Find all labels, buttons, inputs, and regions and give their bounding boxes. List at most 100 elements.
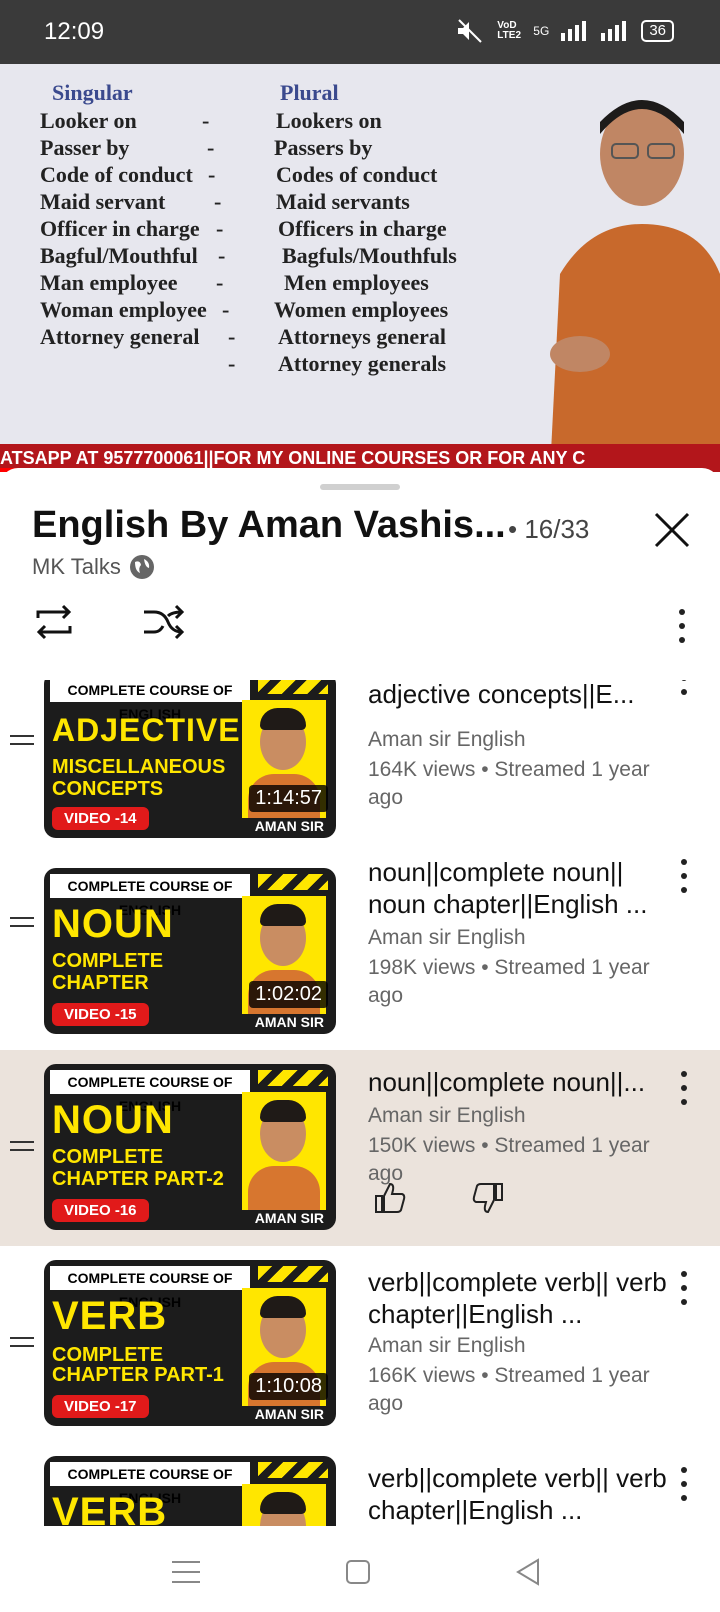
thumb-course-label: COMPLETE COURSE OF ENGLISH bbox=[50, 874, 250, 918]
thumb-stripes bbox=[258, 1266, 328, 1282]
status-bar: 12:09 VoD LTE2 5G 36 bbox=[0, 0, 720, 64]
status-time: 12:09 bbox=[44, 18, 105, 45]
playlist-channel[interactable]: MK Talks bbox=[32, 554, 155, 580]
square-icon[interactable] bbox=[338, 1552, 378, 1592]
more-vert-icon[interactable] bbox=[672, 1068, 696, 1108]
thumb-down-icon[interactable] bbox=[470, 1180, 506, 1216]
thumb-course-label: COMPLETE COURSE OF ENGLISH bbox=[50, 1070, 250, 1114]
thumb-topic: ADJECTIVE bbox=[52, 712, 241, 748]
thumb-course-label: COMPLETE COURSE OF ENGLISH bbox=[50, 680, 250, 722]
video-title[interactable]: noun||complete noun|| noun chapter||Engl… bbox=[368, 856, 668, 920]
singular-text: Attorney general bbox=[40, 324, 200, 349]
video-thumbnail[interactable]: COMPLETE COURSE OF ENGLISH VERB COMPLETE… bbox=[44, 1260, 336, 1426]
singular-text: Maid servant bbox=[40, 189, 166, 214]
dash-text: - bbox=[218, 243, 226, 268]
globe-icon bbox=[129, 555, 154, 579]
plural-text: Codes of conduct bbox=[276, 162, 438, 187]
battery-icon: 36 bbox=[641, 20, 674, 42]
more-vert-icon[interactable] bbox=[672, 1268, 696, 1308]
status-icons: VoD LTE2 5G 36 bbox=[455, 18, 674, 44]
shuffle-icon[interactable] bbox=[140, 598, 188, 646]
thumb-topic: VERB bbox=[52, 1490, 168, 1526]
singular-header: Singular bbox=[52, 80, 133, 105]
video-thumbnail[interactable]: COMPLETE COURSE OF ENGLISH NOUN COMPLETE… bbox=[44, 1064, 336, 1230]
singular-text: Code of conduct bbox=[40, 162, 193, 187]
list-item[interactable]: COMPLETE COURSE OF ENGLISH VERB COMPLETE… bbox=[0, 1246, 720, 1442]
system-nav-bar bbox=[0, 1532, 720, 1612]
list-item[interactable]: COMPLETE COURSE OF ENGLISH VERB verb||co… bbox=[0, 1442, 720, 1526]
video-thumbnail[interactable]: COMPLETE COURSE OF ENGLISH ADJECTIVE MIS… bbox=[44, 680, 336, 838]
video-title[interactable]: Complete adjective|| adjective concepts|… bbox=[368, 680, 668, 710]
drag-handle-icon[interactable] bbox=[10, 1334, 34, 1350]
singular-text: Man employee bbox=[40, 270, 178, 295]
drag-handle-icon[interactable] bbox=[10, 1138, 34, 1154]
list-item-current[interactable]: COMPLETE COURSE OF ENGLISH NOUN COMPLETE… bbox=[0, 1050, 720, 1246]
plural-text: Officers in charge bbox=[278, 216, 447, 241]
thumb-brand: AMAN SIR bbox=[254, 818, 324, 834]
thumb-subtitle-2: CHAPTER PART-2 bbox=[52, 1168, 224, 1190]
volte-label: VoD LTE2 bbox=[497, 20, 522, 41]
thumb-stripes bbox=[258, 874, 328, 890]
playlist-title: English By Aman Vashis... bbox=[32, 504, 506, 546]
video-player[interactable]: Singular Plural Looker on - Lookers on P… bbox=[0, 64, 720, 472]
video-duration: 1:10:08 bbox=[249, 1373, 328, 1400]
drag-handle-icon[interactable] bbox=[10, 732, 34, 748]
back-icon[interactable] bbox=[508, 1552, 548, 1592]
video-meta: 166K views • Streamed 1 year ago bbox=[368, 1364, 650, 1415]
close-icon[interactable] bbox=[650, 508, 694, 552]
more-vert-icon[interactable] bbox=[672, 856, 696, 896]
dash-text: - bbox=[214, 189, 222, 214]
plural-text: Men employees bbox=[284, 270, 429, 295]
dash-text: - bbox=[216, 216, 224, 241]
singular-text: Looker on bbox=[40, 108, 137, 133]
plural-text: Lookers on bbox=[276, 108, 382, 133]
drag-handle-icon[interactable] bbox=[10, 914, 34, 930]
video-channel: Aman sir English bbox=[368, 1104, 526, 1127]
dash-text: - bbox=[216, 270, 224, 295]
thumb-brand: AMAN SIR bbox=[254, 1210, 324, 1226]
plural-text: Bagfuls/Mouthfuls bbox=[282, 243, 457, 268]
video-title[interactable]: noun||complete noun||... bbox=[368, 1066, 668, 1098]
singular-text: Woman employee bbox=[40, 297, 207, 322]
video-title[interactable]: verb||complete verb|| verb chapter||Engl… bbox=[368, 1462, 668, 1526]
plural-text: Attorney generals bbox=[278, 351, 447, 376]
thumb-brand: AMAN SIR bbox=[254, 1406, 324, 1422]
lecture-slide: Singular Plural Looker on - Lookers on P… bbox=[0, 64, 560, 444]
thumb-up-icon[interactable] bbox=[372, 1180, 408, 1216]
playlist-channel-name: MK Talks bbox=[32, 554, 121, 579]
more-vert-icon[interactable] bbox=[670, 606, 694, 646]
video-duration: 1:14:57 bbox=[249, 785, 328, 812]
sheet-drag-handle[interactable] bbox=[320, 484, 400, 490]
video-thumbnail[interactable]: COMPLETE COURSE OF ENGLISH NOUN COMPLETE… bbox=[44, 868, 336, 1034]
singular-text: Officer in charge bbox=[40, 216, 200, 241]
singular-text: Bagful/Mouthful bbox=[40, 243, 198, 268]
video-meta: 164K views • Streamed 1 year ago bbox=[368, 758, 650, 809]
video-meta: 198K views • Streamed 1 year ago bbox=[368, 956, 650, 1007]
video-thumbnail[interactable]: COMPLETE COURSE OF ENGLISH VERB bbox=[44, 1456, 336, 1526]
more-vert-icon[interactable] bbox=[672, 1464, 696, 1504]
thumb-video-number: VIDEO -14 bbox=[52, 807, 149, 830]
more-vert-icon[interactable] bbox=[672, 680, 696, 698]
thumb-subtitle-1: COMPLETE bbox=[52, 950, 164, 972]
dash-text: - bbox=[228, 324, 236, 349]
thumb-video-number: VIDEO -17 bbox=[52, 1395, 149, 1418]
thumb-course-label: COMPLETE COURSE OF ENGLISH bbox=[50, 1266, 250, 1310]
thumb-video-number: VIDEO -15 bbox=[52, 1003, 149, 1026]
menu-icon[interactable] bbox=[166, 1552, 206, 1592]
thumb-subtitle-2: CHAPTER bbox=[52, 972, 149, 994]
list-item[interactable]: COMPLETE COURSE OF ENGLISH NOUN COMPLETE… bbox=[0, 854, 720, 1050]
loop-icon[interactable] bbox=[30, 598, 78, 646]
dash-text: - bbox=[208, 162, 216, 187]
thumb-subtitle-1: COMPLETE bbox=[52, 1344, 164, 1366]
dash-text: - bbox=[207, 135, 215, 160]
thumb-stripes bbox=[258, 1070, 328, 1086]
video-title[interactable]: verb||complete verb|| verb chapter||Engl… bbox=[368, 1266, 668, 1330]
playlist-items: COMPLETE COURSE OF ENGLISH ADJECTIVE MIS… bbox=[0, 680, 720, 1526]
list-item[interactable]: COMPLETE COURSE OF ENGLISH ADJECTIVE MIS… bbox=[0, 680, 720, 854]
thumb-video-number: VIDEO -16 bbox=[52, 1199, 149, 1222]
dash-text: - bbox=[222, 297, 230, 322]
thumb-subtitle-2: CONCEPTS bbox=[52, 778, 164, 800]
thumb-subtitle-2: CHAPTER PART-1 bbox=[52, 1364, 224, 1386]
dash-text: - bbox=[202, 108, 210, 133]
mute-icon bbox=[458, 19, 483, 43]
